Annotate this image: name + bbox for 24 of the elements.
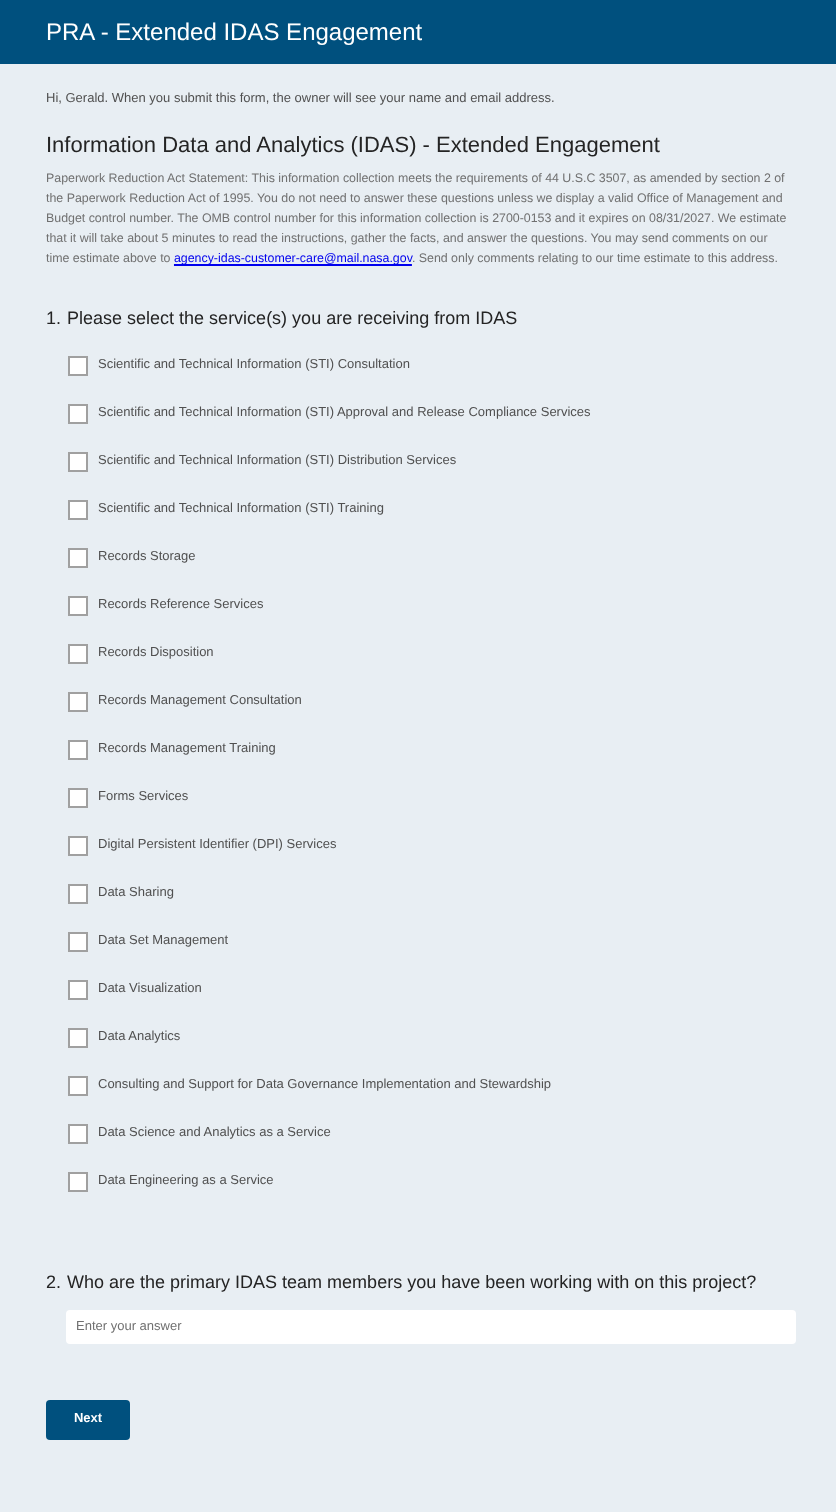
question-number: 1. — [46, 306, 62, 333]
checkbox[interactable] — [68, 1028, 88, 1049]
checkbox[interactable] — [68, 356, 88, 377]
form-title: Information Data and Analytics (IDAS) - Extended Engagement — [46, 131, 662, 162]
checkbox[interactable] — [68, 692, 88, 713]
question-number: 2. — [46, 1269, 62, 1296]
question-text: Please select the service(s) you are receiving from IDAS — [67, 306, 518, 333]
checkbox[interactable] — [68, 932, 88, 953]
checkbox[interactable] — [68, 740, 88, 761]
checkbox[interactable] — [68, 1124, 88, 1145]
checkbox[interactable] — [68, 980, 88, 1001]
checkbox[interactable] — [68, 548, 88, 569]
checkbox[interactable] — [68, 596, 88, 617]
checkbox[interactable] — [68, 836, 88, 857]
page-title: PRA - Extended IDAS Engagement — [46, 16, 423, 50]
checkbox[interactable] — [68, 1076, 88, 1097]
checkbox[interactable] — [68, 1172, 88, 1193]
checkbox[interactable] — [68, 884, 88, 905]
checkbox[interactable] — [68, 788, 88, 809]
question-text: Who are the primary IDAS team members you have been working with on this project? — [67, 1269, 757, 1296]
checkbox[interactable] — [68, 452, 88, 473]
checkbox[interactable] — [68, 644, 88, 665]
checkbox[interactable] — [68, 500, 88, 521]
checkbox[interactable] — [68, 404, 88, 425]
